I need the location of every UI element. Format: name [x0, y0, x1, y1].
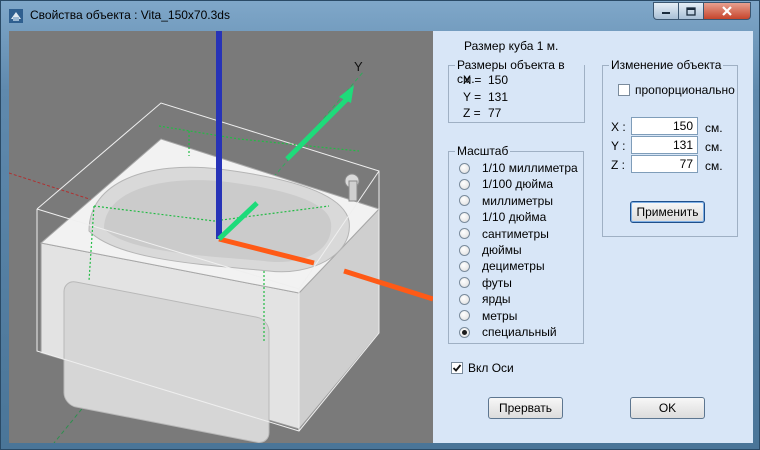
- scale-option[interactable]: миллиметры: [459, 194, 553, 208]
- scale-option-label: 1/10 дюйма: [482, 210, 547, 225]
- scale-option[interactable]: 1/100 дюйма: [459, 177, 553, 191]
- scale-option-label: 1/10 миллиметра: [482, 161, 578, 175]
- ok-button[interactable]: OK: [630, 397, 705, 419]
- scale-option-label: сантиметры: [482, 226, 549, 241]
- y-axis-label: Y: [354, 59, 363, 74]
- title-bar[interactable]: Свойства объекта : Vita_150x70.3ds: [1, 1, 759, 29]
- scale-option-label: футы: [482, 275, 512, 290]
- axes-toggle-label: Вкл Оси: [468, 361, 514, 375]
- scale-option-label: 1/100 дюйма: [482, 177, 553, 192]
- scale-radio[interactable]: [459, 211, 470, 223]
- change-z-label: Z :: [611, 158, 625, 172]
- scale-option[interactable]: сантиметры: [459, 227, 549, 241]
- scale-option[interactable]: ярды: [459, 292, 511, 306]
- scale-title: Масштаб: [455, 144, 511, 158]
- 3d-viewport[interactable]: Y: [9, 31, 433, 443]
- app-icon: [9, 9, 23, 23]
- scale-option[interactable]: метры: [459, 309, 517, 323]
- maximize-button[interactable]: [678, 2, 704, 20]
- proportional-label: пропорционально: [635, 83, 735, 97]
- scale-option[interactable]: специальный: [459, 325, 557, 339]
- minimize-icon: [662, 12, 670, 14]
- change-y-field[interactable]: 131: [631, 136, 698, 154]
- cancel-button[interactable]: Прервать: [488, 397, 563, 419]
- properties-window: Свойства объекта : Vita_150x70.3ds Y Раз…: [0, 0, 760, 450]
- scale-option[interactable]: футы: [459, 276, 512, 290]
- maximize-icon: [686, 6, 696, 16]
- 3d-scene: Y: [9, 31, 433, 443]
- dim-y-label: Y =: [463, 90, 482, 104]
- proportional-checkbox[interactable]: [618, 84, 630, 96]
- scale-radio[interactable]: [459, 195, 470, 207]
- scale-option[interactable]: 1/10 дюйма: [459, 210, 546, 224]
- change-x-field[interactable]: 150: [631, 117, 698, 135]
- change-y-label: Y :: [611, 139, 626, 153]
- scale-option[interactable]: дециметры: [459, 259, 545, 273]
- checkmark-icon: [452, 364, 462, 372]
- scale-option-label: миллиметры: [482, 193, 553, 208]
- scale-radio[interactable]: [459, 310, 470, 322]
- minimize-button[interactable]: [653, 2, 679, 20]
- scale-option-label: дециметры: [482, 259, 545, 274]
- change-z-unit: см.: [705, 159, 723, 173]
- dim-x-value: 150: [488, 73, 509, 87]
- dim-y-value: 131: [488, 90, 509, 104]
- scale-radio[interactable]: [459, 162, 470, 174]
- dim-z-label: Z =: [463, 106, 481, 120]
- close-icon: [722, 6, 732, 16]
- scale-radio[interactable]: [459, 326, 470, 338]
- scale-option[interactable]: 1/10 миллиметра: [459, 161, 578, 175]
- apply-button[interactable]: Применить: [630, 201, 705, 223]
- scale-option-label: метры: [482, 308, 518, 323]
- change-y-unit: см.: [705, 140, 723, 154]
- window-title: Свойства объекта : Vita_150x70.3ds: [30, 8, 230, 22]
- close-button[interactable]: [703, 2, 751, 20]
- scale-option-label: специальный: [482, 325, 557, 339]
- scale-radio[interactable]: [459, 244, 470, 256]
- change-x-unit: см.: [705, 121, 723, 135]
- change-object-title: Изменение объекта: [609, 58, 724, 72]
- change-x-label: X :: [611, 120, 626, 134]
- scale-option[interactable]: дюймы: [459, 243, 522, 257]
- scale-radio[interactable]: [459, 277, 470, 289]
- scale-radio[interactable]: [459, 228, 470, 240]
- scale-option-label: дюймы: [482, 243, 522, 257]
- change-z-field[interactable]: 77: [631, 155, 698, 173]
- scale-radio[interactable]: [459, 260, 470, 272]
- dim-x-label: X =: [463, 73, 482, 87]
- dim-z-value: 77: [488, 106, 502, 120]
- scale-option-label: ярды: [482, 292, 511, 307]
- scale-radio[interactable]: [459, 293, 470, 305]
- cube-size-label: Размер куба 1 м.: [464, 39, 559, 53]
- axes-checkbox[interactable]: [451, 362, 463, 374]
- scale-radio[interactable]: [459, 178, 470, 190]
